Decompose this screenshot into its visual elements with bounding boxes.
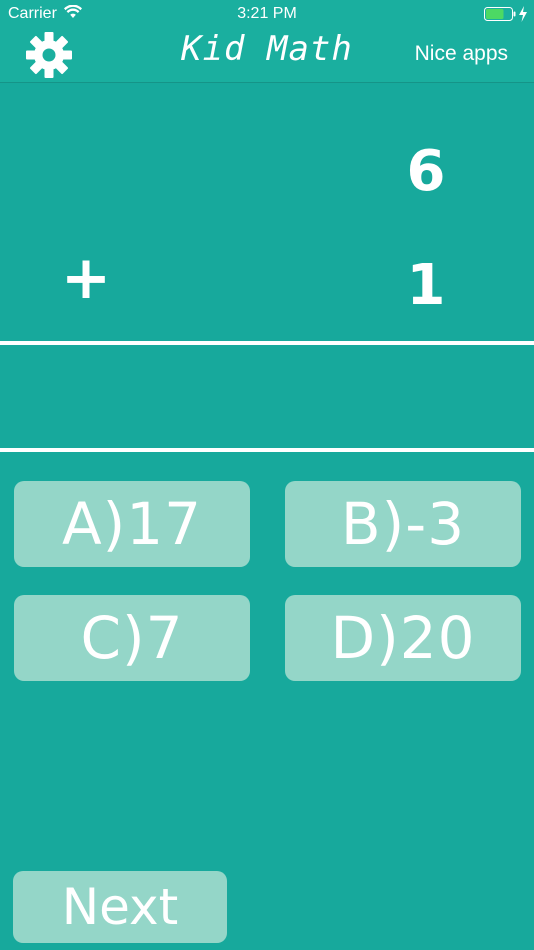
bottom-operand: 1 bbox=[406, 253, 446, 318]
status-time: 3:21 PM bbox=[237, 5, 297, 22]
choice-d-button[interactable]: D)20 bbox=[285, 595, 521, 681]
next-button[interactable]: Next bbox=[13, 871, 227, 943]
status-bar: Carrier 3:21 PM bbox=[0, 0, 534, 28]
app-screen: Carrier 3:21 PM Kid Math Nice apps 6 + 1… bbox=[0, 0, 534, 950]
answer-display bbox=[0, 345, 534, 448]
nav-bar: Kid Math Nice apps bbox=[0, 28, 534, 83]
battery-icon bbox=[484, 7, 516, 21]
battery-level-fill bbox=[486, 9, 504, 19]
nice-apps-link[interactable]: Nice apps bbox=[415, 42, 508, 66]
charging-bolt-icon bbox=[519, 6, 527, 22]
choice-c-button[interactable]: C)7 bbox=[14, 595, 250, 681]
answer-divider bbox=[0, 448, 534, 452]
operator-sign: + bbox=[60, 243, 112, 313]
choice-a-button[interactable]: A)17 bbox=[14, 481, 250, 567]
choice-b-button[interactable]: B)-3 bbox=[285, 481, 521, 567]
top-operand: 6 bbox=[406, 139, 446, 204]
